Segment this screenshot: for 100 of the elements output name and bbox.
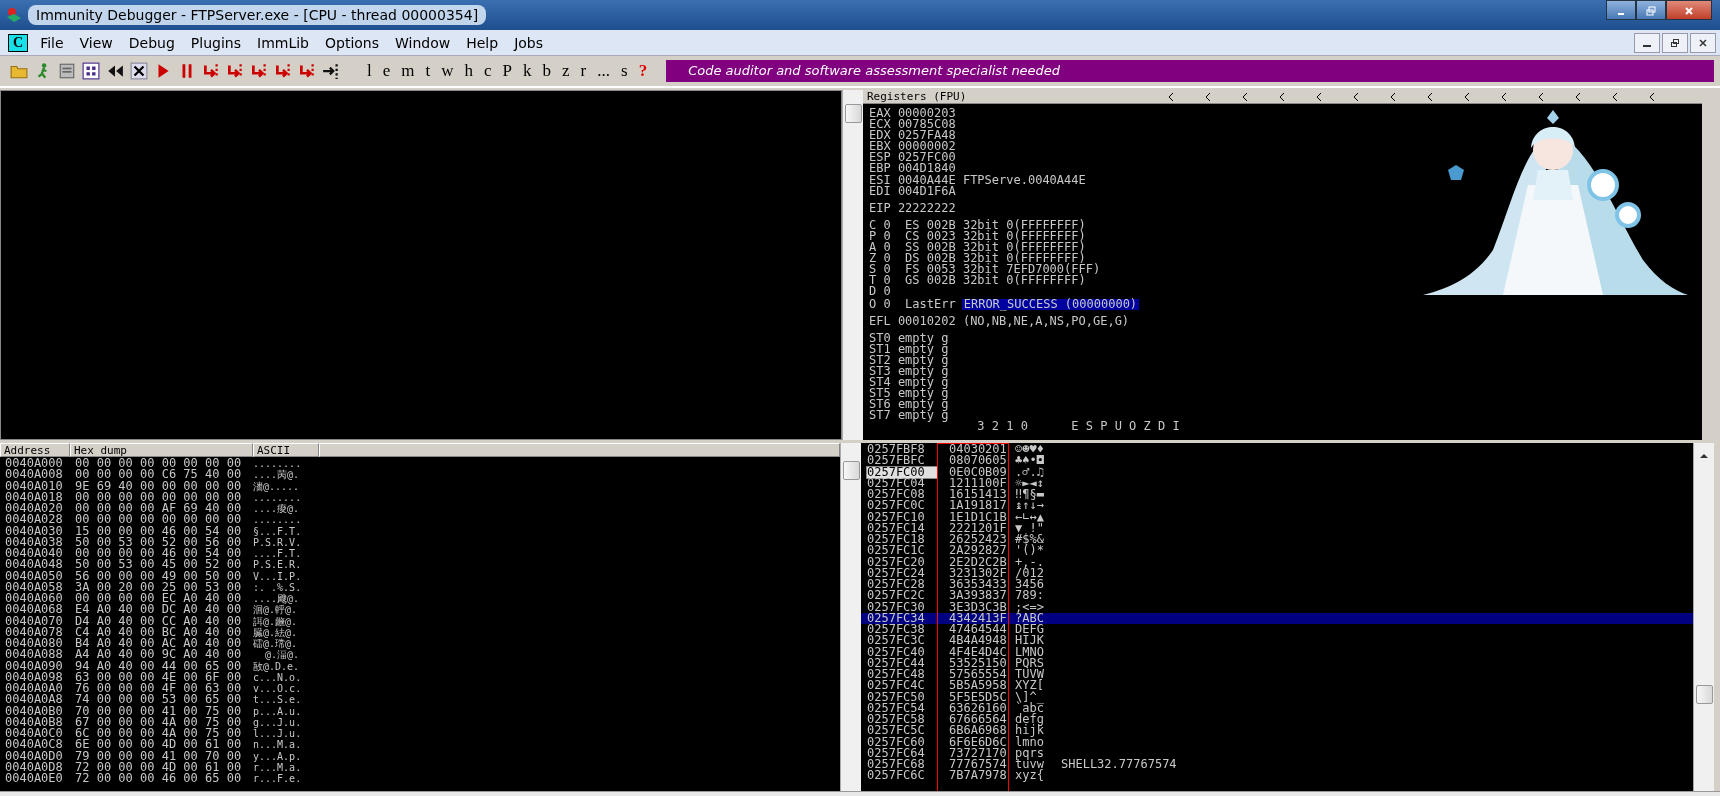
address-text: 0257FC28 <box>867 579 926 591</box>
chevron-icon[interactable] <box>1278 91 1286 102</box>
address-text: 0040A048 <box>5 559 64 571</box>
value-text: 57565554 <box>949 669 1008 681</box>
minimize-button[interactable] <box>1606 0 1636 20</box>
address-text: 0040A0C0 <box>5 728 64 740</box>
ascii-text: 敔@.D.e. <box>253 660 301 672</box>
toolbar-letter-button[interactable]: w <box>436 59 459 83</box>
address-text: 0257FC34 <box>867 612 926 624</box>
toolbar-letter-button[interactable]: h <box>459 59 479 83</box>
toolbar-letter-button[interactable]: l <box>362 59 377 83</box>
toolbar-letter-button[interactable]: s <box>616 59 633 83</box>
chevron-icon[interactable] <box>1500 91 1508 102</box>
menu-item[interactable]: Options <box>317 32 387 53</box>
ascii-text: .♂.♫ <box>1015 466 1045 478</box>
scrollbar-thumb[interactable] <box>1696 685 1713 704</box>
ascii-text: ;<=> <box>1015 601 1045 613</box>
chevron-icon[interactable] <box>1426 91 1434 102</box>
scrollbar-thumb[interactable] <box>843 461 860 480</box>
toolbar-letter-button[interactable]: t <box>420 59 436 83</box>
selected-row[interactable]: 0257FC34 4342413F ?ABC <box>861 612 1693 624</box>
step-arrow-icon <box>298 62 316 80</box>
address-text: 0040A088 <box>5 649 64 661</box>
ascii-text: n...M.a. <box>253 739 303 751</box>
address-text: 0257FC20 <box>867 556 926 568</box>
toolbar-letter-button[interactable]: P <box>497 59 518 83</box>
toolbar-letter-button[interactable]: m <box>396 59 420 83</box>
menu-item[interactable]: ImmLib <box>249 32 317 53</box>
close-button[interactable] <box>1690 32 1716 53</box>
chevron-icon[interactable] <box>1241 91 1249 102</box>
grid-button[interactable] <box>80 60 102 82</box>
chevron-icon[interactable] <box>1611 91 1619 102</box>
scrollbar[interactable] <box>1693 443 1714 791</box>
chevron-icon[interactable] <box>1463 91 1471 102</box>
toolbar-letter-button[interactable]: k <box>518 59 537 83</box>
address-text: 0257FC0C <box>867 500 926 512</box>
hex-bytes-text: 76 00 00 00 4F 00 63 00 <box>75 683 243 695</box>
menu-item[interactable]: Debug <box>120 32 183 53</box>
value-text: 4342413F <box>949 612 1008 624</box>
ascii-text: `abc <box>1015 702 1045 714</box>
up-arrow-icon[interactable] <box>1699 453 1709 459</box>
hex-bytes-text: A4 A0 40 00 9C A0 40 00 <box>75 649 243 661</box>
column-header[interactable]: ASCII <box>253 443 319 457</box>
toolbar-letter-button[interactable]: c <box>479 59 497 83</box>
address-text: 0040A050 <box>5 570 64 582</box>
address-text: 0257FC1C <box>867 545 926 557</box>
address-text: 0257FC38 <box>867 624 926 636</box>
toolbar-letter-button[interactable]: ... <box>592 59 615 83</box>
address-text: 0040A020 <box>5 503 64 515</box>
scrollbar[interactable] <box>842 90 863 440</box>
toolbar-letter-button[interactable]: r <box>575 59 592 83</box>
hex-bytes-text: 00 00 00 00 EC A0 40 00 <box>75 593 243 605</box>
hex-bytes-text: 3A 00 20 00 25 00 53 00 <box>75 581 243 593</box>
chevron-icon[interactable] <box>1389 91 1397 102</box>
column-header[interactable]: Hex dump <box>70 443 253 457</box>
value-text: 63626160 <box>949 702 1008 714</box>
chevron-icon[interactable] <box>1648 91 1656 102</box>
chevron-icon[interactable] <box>1537 91 1545 102</box>
value-text: 73727170 <box>949 747 1008 759</box>
chevron-icon[interactable] <box>1315 91 1323 102</box>
register-line: ST5 empty g <box>869 388 949 400</box>
toolbar-letter-button[interactable]: b <box>537 59 557 83</box>
chevron-icon[interactable] <box>1352 91 1360 102</box>
hex-bytes-text: 00 00 00 00 00 00 00 00 <box>75 458 243 470</box>
restore-button[interactable] <box>1662 32 1688 53</box>
ascii-text: PQRS <box>1015 657 1045 669</box>
menu-item[interactable]: Jobs <box>506 32 551 53</box>
hex-bytes-text: 70 00 00 00 41 00 75 00 <box>75 705 243 717</box>
minimize-button[interactable] <box>1634 32 1660 53</box>
chevron-icon[interactable] <box>1167 91 1175 102</box>
register-line: O 0 LastErr <box>869 298 956 310</box>
ascii-text: ☺☻♥♦ <box>1015 444 1045 456</box>
menu-item[interactable]: Help <box>458 32 507 53</box>
maximize-button[interactable] <box>1636 0 1666 20</box>
address-text: 0040A078 <box>5 626 64 638</box>
scrollbar-thumb[interactable] <box>845 104 862 123</box>
address-text: 0257FC40 <box>867 646 926 658</box>
toolbar-letter-button[interactable]: e <box>377 59 396 83</box>
ascii-text: ....F.T. <box>253 548 303 560</box>
menu-item[interactable]: Plugins <box>182 32 249 53</box>
close-icon <box>1698 37 1708 48</box>
close-button[interactable] <box>128 60 150 82</box>
menu-item[interactable]: Window <box>387 32 459 53</box>
scrollbar[interactable] <box>840 443 861 791</box>
banner: Code auditor and software assessment specialist needed <box>666 60 1714 82</box>
address-text: 0257FC60 <box>867 736 926 748</box>
close-button[interactable] <box>1666 0 1712 20</box>
menu-item[interactable]: View <box>71 32 121 53</box>
ascii-text: pqrs <box>1015 747 1045 759</box>
menu-item[interactable]: File <box>32 32 72 53</box>
ascii-text: \]^_ <box>1015 691 1045 703</box>
address-text: 0040A058 <box>5 581 64 593</box>
value-text: 53525150 <box>949 657 1008 669</box>
last-error-value: ERROR_SUCCESS (00000000) <box>961 298 1140 310</box>
hex-bytes-text: 74 00 00 00 53 00 65 00 <box>75 694 243 706</box>
chevron-icon[interactable] <box>1204 91 1212 102</box>
ascii-text: DEFG <box>1015 624 1045 636</box>
chevron-icon[interactable] <box>1574 91 1582 102</box>
toolbar-letter-button[interactable]: z <box>557 59 575 83</box>
column-header[interactable]: Address <box>0 443 70 457</box>
